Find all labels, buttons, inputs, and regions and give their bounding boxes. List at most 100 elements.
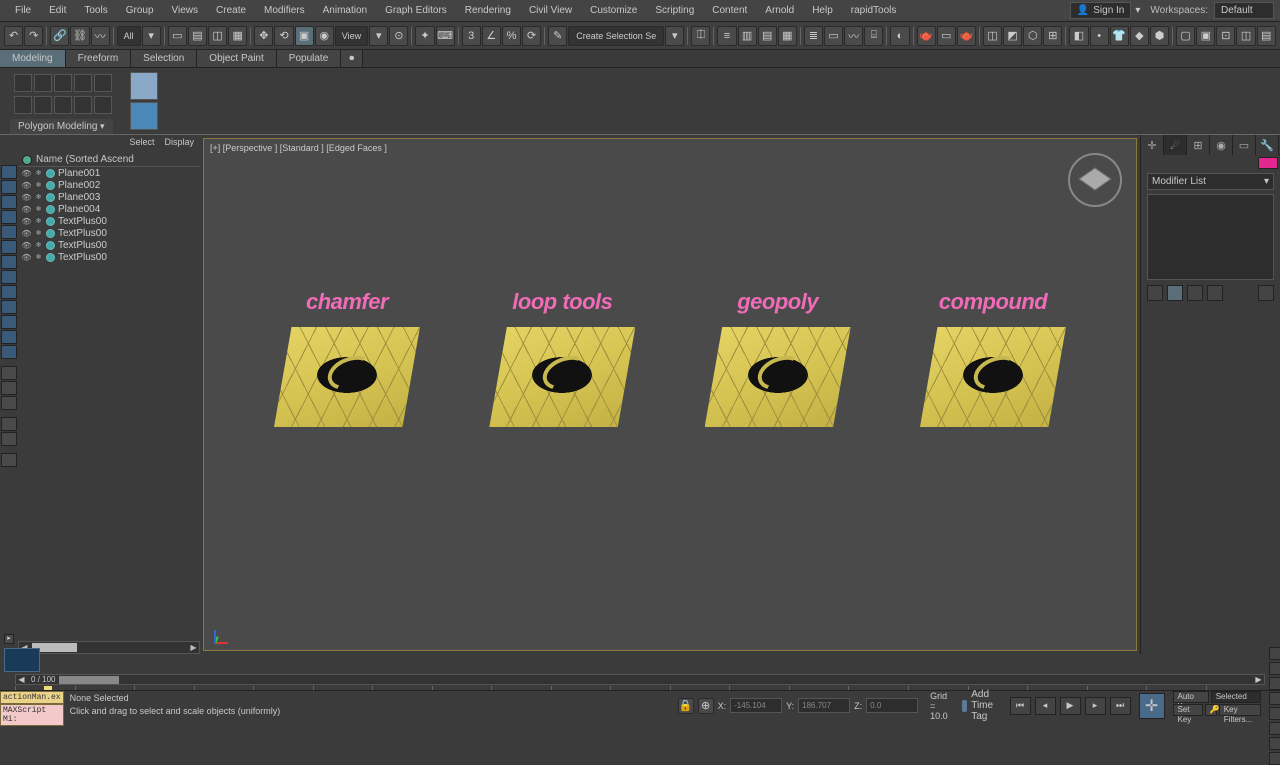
schematic-view-button[interactable]: ⌸ [864,26,883,46]
menu-help[interactable]: Help [803,0,842,22]
align-4-button[interactable]: ▦ [778,26,797,46]
object-color-swatch[interactable] [1258,157,1278,169]
time-slider-thumb[interactable] [4,648,40,672]
maxscript-listener[interactable]: actionMan.ex MAXScript Mi: [0,691,64,720]
rt-8-button[interactable]: ◆ [1130,26,1149,46]
ribbon-poly-button[interactable] [74,74,92,92]
align-3-button[interactable]: ▤ [758,26,777,46]
zoom-button[interactable] [1269,647,1280,660]
unlink-button[interactable]: ⛓ [70,26,89,46]
scale-button[interactable]: ▣ [295,26,314,46]
rt-5-button[interactable]: ◧ [1069,26,1088,46]
menu-content[interactable]: Content [703,0,756,22]
rt-7-button[interactable]: 👕 [1110,26,1129,46]
rt-11-button[interactable]: ▣ [1196,26,1215,46]
ribbon-sym-tools-button[interactable] [130,102,158,130]
undo-button[interactable]: ↶ [4,26,23,46]
se-menu-display[interactable]: Display [164,137,194,153]
list-item[interactable]: Plane003 [18,191,200,203]
make-unique-button[interactable] [1187,285,1203,301]
freeze-icon[interactable] [34,169,43,178]
scroll-right-icon[interactable]: ▶ [188,643,199,652]
redo-button[interactable]: ↷ [24,26,43,46]
window-crossing-button[interactable]: ▦ [228,26,247,46]
se-tool-1[interactable] [1,165,17,179]
list-item[interactable]: Plane002 [18,179,200,191]
key-filters-button[interactable]: Key Filters... [1219,704,1261,716]
se-tool-11[interactable] [1,315,17,329]
se-tool-18[interactable] [1,432,17,446]
tab-motion[interactable]: ◉ [1210,135,1233,155]
z-input[interactable]: 0.0 [866,698,918,713]
tab-create[interactable]: ✛ [1141,135,1164,155]
set-key-button[interactable]: ✛ [1139,693,1165,719]
rotate-button[interactable]: ⟲ [274,26,293,46]
freeze-icon[interactable] [34,205,43,214]
menu-graph-editors[interactable]: Graph Editors [376,0,456,22]
menu-file[interactable]: File [6,0,40,22]
list-item[interactable]: TextPlus00 [18,227,200,239]
tab-hierarchy[interactable]: ⊞ [1187,135,1210,155]
mirror-button[interactable]: ⎅ [691,26,710,46]
se-tool-5[interactable] [1,225,17,239]
visibility-icon[interactable] [22,229,31,238]
tab-bullet[interactable]: ⏺ [341,50,363,67]
selection-filter-drop[interactable]: ▾ [142,26,161,46]
visibility-icon[interactable] [22,169,31,178]
se-tool-9[interactable] [1,285,17,299]
align-button[interactable]: ≡ [717,26,736,46]
pin-stack-button[interactable] [1147,285,1163,301]
ribbon-vertex-button[interactable] [14,74,32,92]
tab-populate[interactable]: Populate [277,50,341,67]
remove-modifier-button[interactable] [1207,285,1223,301]
ref-coord-drop[interactable]: ▾ [369,26,388,46]
snap-toggle-button[interactable]: 3 [462,26,481,46]
ref-coord-select[interactable]: View [335,26,368,46]
zoom-extents-button[interactable] [1269,677,1280,690]
se-tool-4[interactable] [1,210,17,224]
visibility-icon[interactable] [22,217,31,226]
goto-start-button[interactable]: ⏮ [1010,697,1031,715]
pan-button[interactable] [1269,722,1280,735]
tab-utilities[interactable]: 🔧 [1256,135,1279,155]
prev-frame-button[interactable]: ◂ [1035,697,1056,715]
configure-modifier-sets-button[interactable] [1258,285,1274,301]
next-frame-button[interactable]: ▸ [1085,697,1106,715]
scene-explorer-header[interactable]: Name (Sorted Ascend [18,153,200,167]
curve-editor-button[interactable]: 〰 [844,26,863,46]
field-of-view-button[interactable] [1269,707,1280,720]
tab-display[interactable]: ▭ [1233,135,1256,155]
freeze-icon[interactable] [34,241,43,250]
rt-3-button[interactable]: ⬡ [1023,26,1042,46]
render-frame-button[interactable]: ▭ [937,26,956,46]
named-selection-input[interactable]: Create Selection Se [568,26,664,46]
list-item[interactable]: TextPlus00 [18,239,200,251]
render-setup-button[interactable]: 🫖 [917,26,936,46]
menu-create[interactable]: Create [207,0,255,22]
ribbon-r2c5-button[interactable] [94,96,112,114]
play-button[interactable]: ▶ [1060,697,1081,715]
ribbon-r2c2-button[interactable] [34,96,52,114]
modifier-stack[interactable] [1147,194,1274,280]
y-input[interactable]: 186.707 [798,698,850,713]
select-by-name-button[interactable]: ▤ [188,26,207,46]
goto-end-button[interactable]: ⏭ [1110,697,1131,715]
se-tool-8[interactable] [1,270,17,284]
x-input[interactable]: -145.104 [730,698,782,713]
align-2-button[interactable]: ▥ [738,26,757,46]
ribbon-border-button[interactable] [54,74,72,92]
ribbon-edge-button[interactable] [34,74,52,92]
key-mode-select[interactable]: Selected [1211,691,1261,703]
ribbon-section-label[interactable]: Polygon Modeling ▾ [10,119,113,134]
tab-object-paint[interactable]: Object Paint [197,50,276,67]
menu-edit[interactable]: Edit [40,0,75,22]
rt-14-button[interactable]: ▤ [1257,26,1276,46]
visibility-icon[interactable] [22,181,31,190]
layer-explorer-button[interactable]: ≣ [804,26,823,46]
angle-snap-button[interactable]: ∠ [482,26,501,46]
toggle-ribbon-button[interactable]: ▭ [824,26,843,46]
se-tool-10[interactable] [1,300,17,314]
menu-rendering[interactable]: Rendering [456,0,520,22]
link-button[interactable]: 🔗 [50,26,69,46]
list-item[interactable]: TextPlus00 [18,215,200,227]
